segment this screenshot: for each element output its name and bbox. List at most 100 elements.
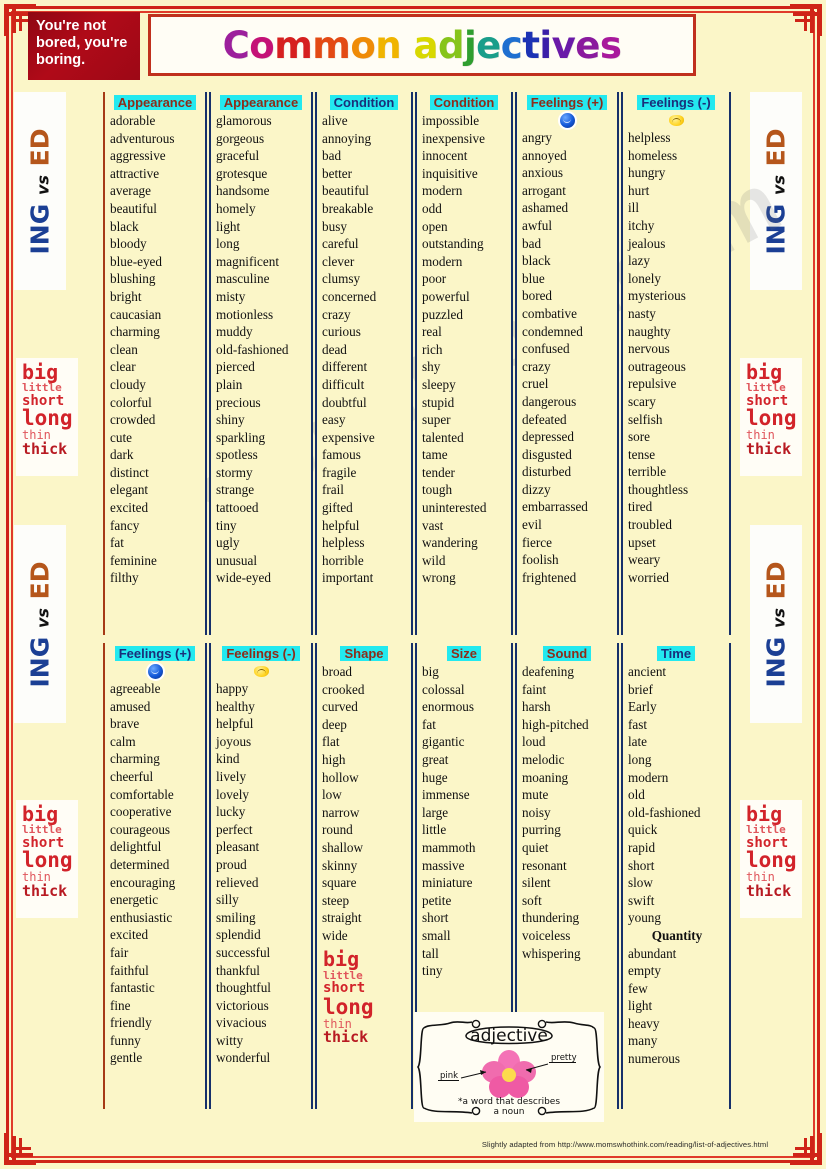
adjective-word: graceful bbox=[216, 148, 260, 164]
category-header-label: Appearance bbox=[219, 95, 303, 110]
adjective-word: annoying bbox=[322, 130, 372, 146]
adjective-word: easy bbox=[322, 412, 346, 428]
adjective-category-column: Feelings (-) helpless homeless hungry hurt il… bbox=[621, 92, 731, 635]
adjective-word: soft bbox=[522, 892, 542, 908]
title-letter: d bbox=[437, 23, 465, 67]
adjective-word: elegant bbox=[110, 482, 149, 498]
adjective-word: curved bbox=[322, 699, 358, 715]
adjective-word: brief bbox=[628, 681, 653, 697]
adjective-word: quick bbox=[628, 822, 658, 838]
vs-label: vs bbox=[33, 174, 53, 195]
adjective-word: inquisitive bbox=[422, 165, 478, 181]
adjective-word: hungry bbox=[628, 165, 666, 181]
adjective-word: repulsive bbox=[628, 376, 677, 392]
adjective-word: heavy bbox=[628, 1015, 660, 1031]
adjective-word: beautiful bbox=[322, 183, 369, 199]
adjective-word: enthusiastic bbox=[110, 909, 173, 925]
title-letter: C bbox=[222, 23, 250, 67]
adjective-word: adorable bbox=[110, 113, 156, 128]
size-word-panel-inline: big little short long thin thick bbox=[317, 945, 411, 1047]
adjective-word: clear bbox=[110, 359, 136, 375]
adjective-word: stormy bbox=[216, 464, 253, 480]
adjective-word: filthy bbox=[110, 570, 139, 586]
adjective-word: great bbox=[422, 751, 449, 767]
adjective-word: wonderful bbox=[216, 1050, 271, 1066]
adjective-word: lucky bbox=[216, 804, 246, 820]
adjective-word: light bbox=[628, 998, 653, 1014]
adjective-word: charming bbox=[110, 324, 160, 340]
adjective-word: fragile bbox=[322, 464, 357, 480]
adjective-word-list: deafening faint harsh high-pitched loud melod… bbox=[517, 663, 617, 962]
adjective-word: naughty bbox=[628, 323, 671, 339]
category-header-label: Time bbox=[656, 646, 696, 661]
category-header-label: Condition bbox=[329, 95, 399, 110]
adjective-word: horrible bbox=[322, 552, 364, 568]
size-word: little bbox=[22, 823, 62, 837]
adjective-word: moaning bbox=[522, 769, 569, 785]
adjective-word: sleepy bbox=[422, 376, 456, 392]
adjective-word: frail bbox=[322, 482, 344, 498]
adjective-word: tired bbox=[628, 499, 653, 515]
adjective-word: upset bbox=[628, 534, 656, 550]
adjective-word: skinny bbox=[322, 857, 358, 873]
adjective-word: expensive bbox=[322, 429, 375, 445]
adjective-word: comfortable bbox=[110, 786, 174, 802]
category-header: Feelings (-) bbox=[211, 646, 311, 661]
adjective-word: condemned bbox=[522, 323, 583, 339]
adjective-word: short bbox=[628, 857, 655, 873]
adjective-word: glamorous bbox=[216, 113, 272, 128]
adjective-word: high bbox=[322, 751, 346, 767]
adjective-word: dizzy bbox=[522, 481, 551, 497]
adjective-word-list: angry annoyed anxious arrogant ashamed awful b… bbox=[517, 129, 617, 586]
adjective-word: huge bbox=[422, 769, 448, 785]
adjective-word: poor bbox=[422, 271, 447, 287]
adjective-word: healthy bbox=[216, 698, 255, 714]
adjective-word: difficult bbox=[322, 376, 365, 392]
adjective-word: faithful bbox=[110, 962, 149, 978]
adjective-word: few bbox=[628, 980, 648, 996]
adjective-word: immense bbox=[422, 787, 470, 803]
adjective-diagram: adjective pink pretty *a word that descr… bbox=[414, 1012, 604, 1122]
adjective-word: mysterious bbox=[628, 288, 686, 304]
adjective-word-list: impossible inexpensive innocent inquisitive… bbox=[417, 112, 511, 587]
adjective-word: steep bbox=[322, 892, 350, 908]
adjective-category-column: Shape broad crooked curved deep flat high hollo… bbox=[315, 643, 413, 1109]
adjective-word: tense bbox=[628, 446, 656, 462]
adjective-word: doubtful bbox=[322, 394, 367, 410]
adjective-word: melodic bbox=[522, 751, 565, 767]
category-header: Size bbox=[417, 646, 511, 661]
title-letter: c bbox=[500, 23, 523, 67]
adjective-word: cooperative bbox=[110, 804, 172, 820]
category-header: Time bbox=[623, 646, 729, 661]
adjective-word: bright bbox=[110, 288, 142, 304]
category-header: Feelings (-) bbox=[623, 95, 729, 110]
adjective-word: tender bbox=[422, 464, 455, 480]
adjective-word: modern bbox=[422, 183, 463, 199]
adjective-word: fantastic bbox=[110, 980, 155, 996]
adjective-word: tiny bbox=[422, 963, 443, 979]
adjective-word: inexpensive bbox=[422, 130, 485, 146]
size-word: big bbox=[746, 802, 783, 826]
adjective-word: silent bbox=[522, 875, 551, 891]
adjective-word: resonant bbox=[522, 857, 567, 873]
category-header: Condition bbox=[317, 95, 411, 110]
adjective-word: feminine bbox=[110, 552, 157, 568]
size-word-panel: big little short long thin thick bbox=[16, 800, 78, 918]
size-word-panel: big little short long thin thick bbox=[16, 358, 78, 476]
ing-label: ING bbox=[25, 636, 55, 687]
adjective-word: numerous bbox=[628, 1051, 681, 1067]
adjective-word: outrageous bbox=[628, 358, 686, 374]
adjective-word: calm bbox=[110, 733, 136, 749]
blue-sad-face-icon bbox=[517, 112, 617, 129]
adjective-word: thundering bbox=[522, 910, 580, 926]
adjective-word: large bbox=[422, 804, 449, 820]
adjective-word: uninterested bbox=[422, 500, 487, 516]
adjective-category-column: Condition impossible inexpensive innocent in… bbox=[415, 92, 513, 635]
ed-label: ED bbox=[25, 561, 55, 599]
adjective-category-column: Appearance glamorous gorgeous graceful grote… bbox=[209, 92, 313, 635]
adjective-word: silly bbox=[216, 892, 239, 908]
adjective-word: smiling bbox=[216, 909, 256, 925]
adjective-word: selfish bbox=[628, 411, 663, 427]
adjective-word: handsome bbox=[216, 183, 270, 199]
adjective-category-column: Condition alive annoying bad better beautiful… bbox=[315, 92, 413, 635]
